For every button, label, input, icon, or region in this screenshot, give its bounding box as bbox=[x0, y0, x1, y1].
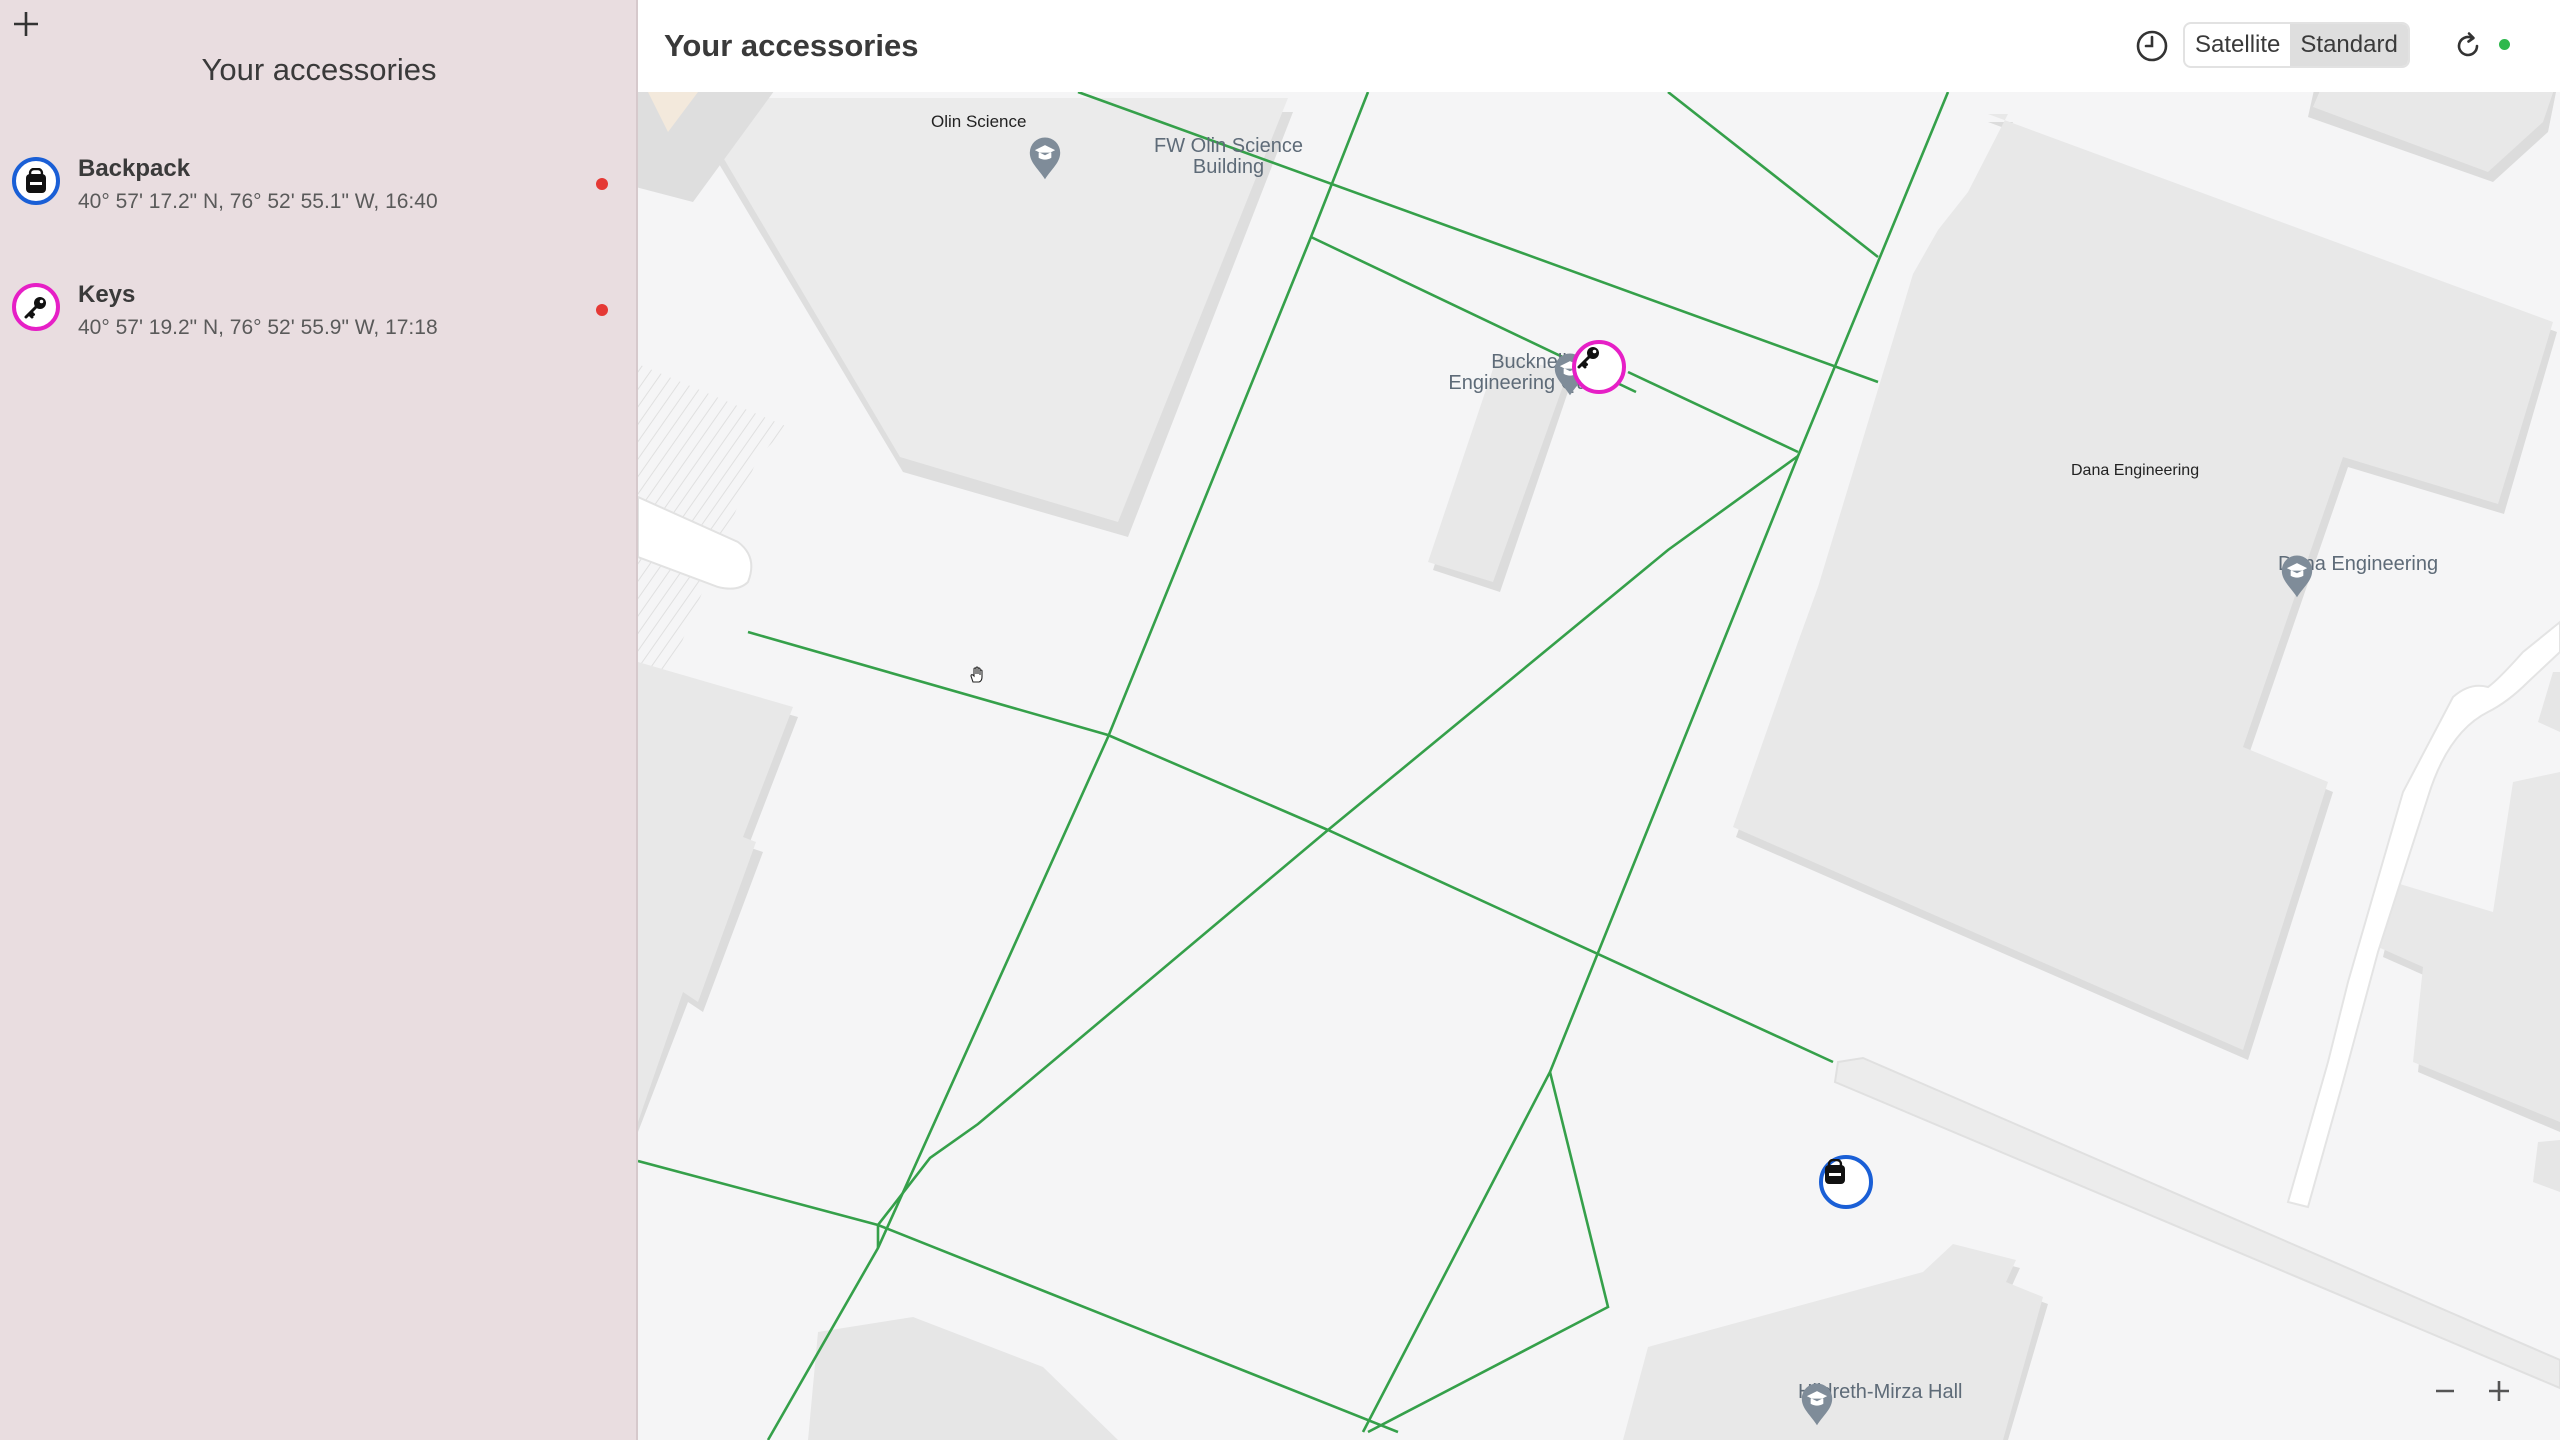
map-marker-backpack[interactable] bbox=[1819, 1155, 1873, 1209]
page-title: Your accessories bbox=[664, 28, 919, 63]
backpack-icon bbox=[26, 168, 46, 193]
satellite-button[interactable]: Satellite bbox=[2185, 24, 2290, 66]
clock-icon bbox=[2136, 30, 2168, 62]
add-accessory-button[interactable] bbox=[8, 6, 44, 42]
accessory-avatar bbox=[12, 283, 60, 331]
zoom-in-button[interactable] bbox=[2488, 1380, 2536, 1424]
accessory-avatar bbox=[12, 157, 60, 205]
building-label-dana-engineering: Dana Engineering bbox=[2071, 462, 2200, 479]
standard-button[interactable]: Standard bbox=[2290, 24, 2408, 66]
refresh-button[interactable] bbox=[2450, 28, 2486, 64]
map-canvas bbox=[638, 92, 2560, 1440]
key-icon bbox=[1577, 347, 1599, 369]
zoom-out-button[interactable] bbox=[2434, 1380, 2482, 1424]
minus-icon bbox=[2436, 1389, 2454, 1393]
plus-icon bbox=[2489, 1381, 2509, 1401]
graduation-cap-icon bbox=[1801, 1383, 1833, 1426]
refresh-icon bbox=[2457, 32, 2479, 57]
plus-icon bbox=[14, 12, 38, 36]
header: Your accessories Satellite Standard bbox=[638, 0, 2560, 92]
status-indicator bbox=[596, 178, 608, 190]
accessory-name: Backpack bbox=[78, 155, 191, 182]
hand-cursor-icon bbox=[970, 666, 983, 683]
accessory-item-keys[interactable]: Keys 40° 57' 19.2" N, 76° 52' 55.9" W, 1… bbox=[0, 266, 638, 376]
map-view[interactable]: Olin Science FW Olin Science Building Bu… bbox=[638, 92, 2560, 1440]
graduation-cap-icon bbox=[1029, 137, 1061, 180]
accessory-item-backpack[interactable]: Backpack 40° 57' 17.2" N, 76° 52' 55.1" … bbox=[0, 140, 638, 250]
map-type-toggle: Satellite Standard bbox=[2183, 22, 2410, 68]
history-button[interactable] bbox=[2132, 26, 2172, 66]
poi-label-hildreth-mirza[interactable]: Hildreth-Mirza Hall bbox=[1798, 1382, 1962, 1426]
building-label-olin-science: Olin Science bbox=[931, 112, 1027, 131]
poi-label-dana-engineering[interactable]: Dana Engineering bbox=[2278, 554, 2438, 598]
map-marker-keys[interactable] bbox=[1572, 340, 1626, 394]
poi-label-olin-science[interactable]: FW Olin Science Building bbox=[1026, 135, 1326, 180]
sidebar-title: Your accessories bbox=[201, 52, 437, 87]
status-indicator bbox=[596, 304, 608, 316]
sidebar: Your accessories Backpack 40° 57' 17.2" … bbox=[0, 0, 638, 1440]
connection-status-dot bbox=[2499, 39, 2510, 50]
key-icon bbox=[24, 297, 46, 319]
backpack-icon bbox=[1825, 1159, 1845, 1184]
accessory-name: Keys bbox=[78, 281, 136, 308]
graduation-cap-icon bbox=[2281, 555, 2313, 598]
accessory-location: 40° 57' 19.2" N, 76° 52' 55.9" W, 17:18 bbox=[78, 316, 438, 339]
poi-text: FW Olin Science Building bbox=[1154, 135, 1303, 178]
accessory-location: 40° 57' 17.2" N, 76° 52' 55.1" W, 16:40 bbox=[78, 190, 438, 213]
